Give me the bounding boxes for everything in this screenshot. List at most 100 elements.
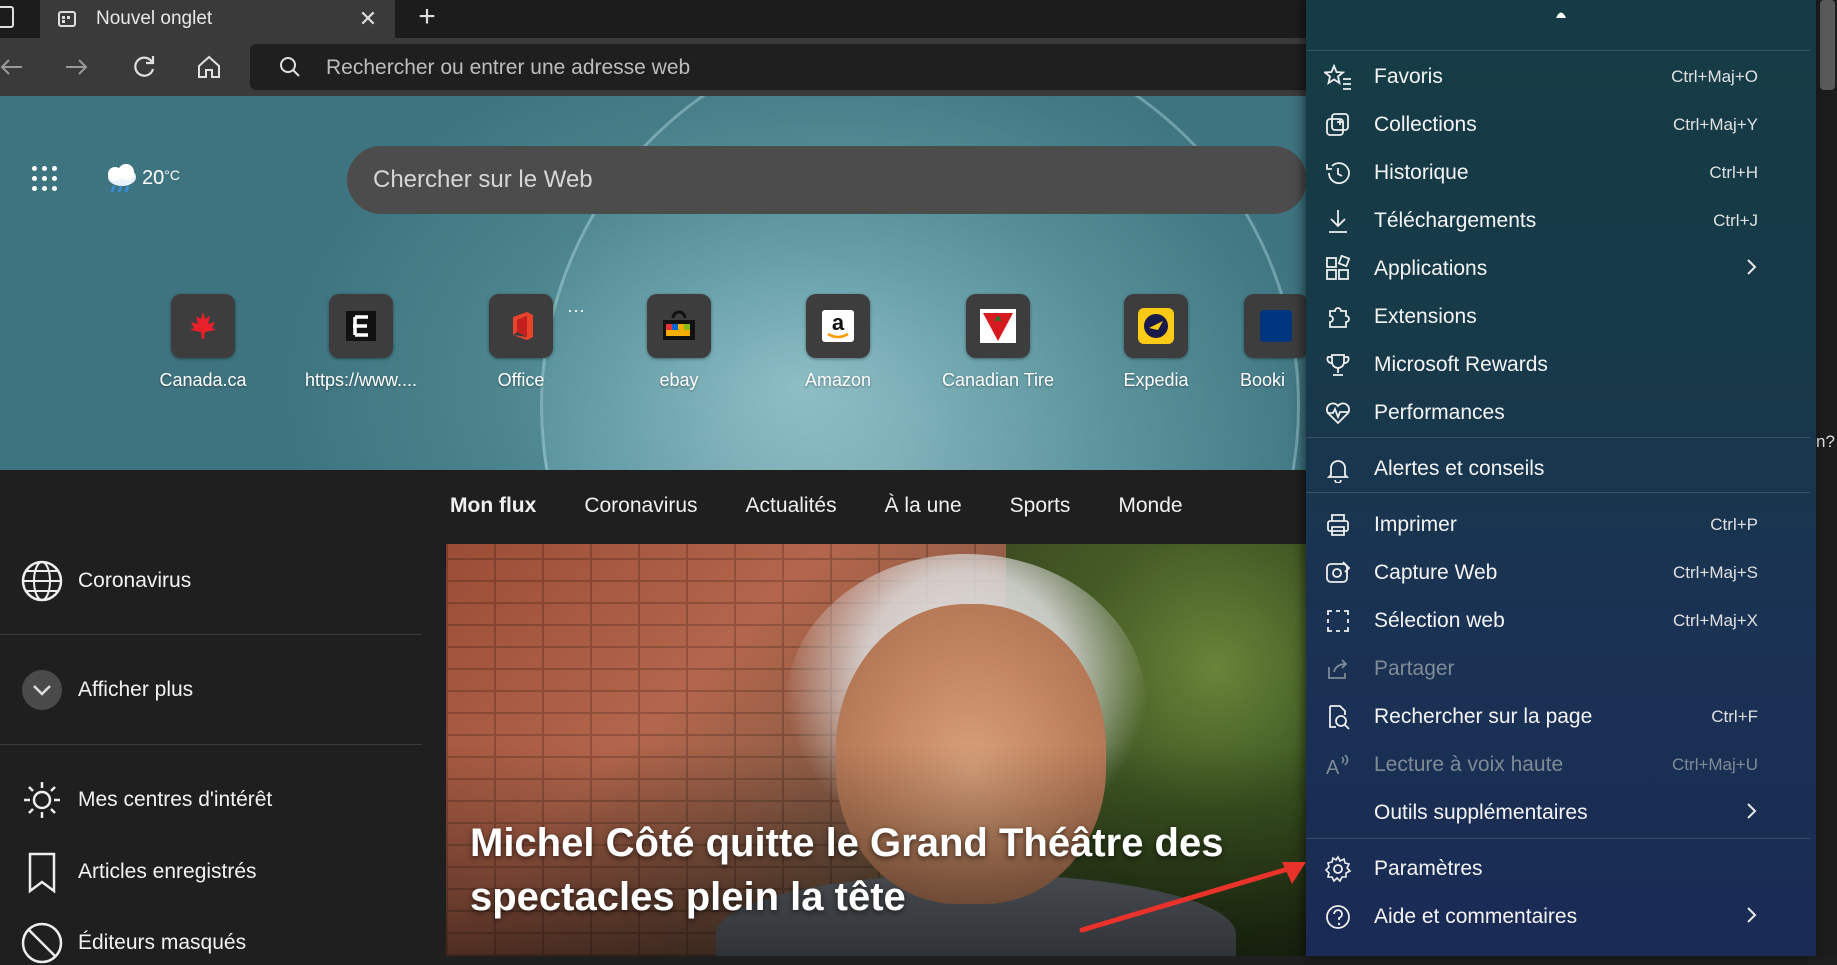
heartbeat-icon	[1324, 399, 1352, 427]
tab-new-tab[interactable]: Nouvel onglet ✕	[40, 0, 395, 38]
tab-a-la-une[interactable]: À la une	[885, 494, 962, 518]
find-in-page-icon	[1324, 703, 1352, 731]
menu-item-label: Favoris	[1374, 65, 1443, 88]
address-input[interactable]	[324, 50, 1228, 86]
apps-icon	[1324, 255, 1352, 283]
web-search-input[interactable]	[371, 165, 1175, 195]
sidebar-divider	[0, 634, 422, 635]
tab-mon-flux[interactable]: Mon flux	[450, 494, 536, 518]
menu-item-alertes-et-conseils[interactable]: Alertes et conseils	[1306, 445, 1796, 493]
menu-item-shortcut: Ctrl+Maj+O	[1671, 67, 1758, 86]
page-scrollbar-thumb[interactable]	[1820, 0, 1835, 90]
chevron-right-icon	[1742, 904, 1762, 930]
menu-item-shortcut: Ctrl+Maj+S	[1672, 563, 1758, 582]
quick-link-label: Amazon	[804, 370, 872, 390]
menu-item-label: Imprimer	[1374, 513, 1457, 536]
tab-title: Nouvel onglet	[96, 8, 213, 29]
tab-monde[interactable]: Monde	[1118, 494, 1182, 518]
menu-item-shortcut: Ctrl+Maj+X	[1672, 611, 1758, 630]
menu-top-indicator-icon	[1555, 8, 1566, 18]
chevron-down-circle-icon	[20, 668, 64, 712]
menu-item-performances[interactable]: Performances	[1306, 389, 1796, 437]
sidebar-item-label: Afficher plus	[78, 678, 194, 701]
quick-link-canadian-tire[interactable]: Canadian Tire	[923, 294, 1073, 391]
menu-item-label: Extensions	[1374, 305, 1477, 328]
menu-item-capture-web[interactable]: Capture Web Ctrl+Maj+S	[1306, 549, 1796, 597]
canada-maple-leaf-icon	[171, 294, 235, 358]
svg-text:A: A	[1326, 757, 1340, 779]
refresh-icon[interactable]	[127, 52, 161, 86]
menu-divider	[1306, 838, 1810, 839]
sidebar-item-interests[interactable]: Mes centres d'intérêt	[20, 778, 272, 822]
menu-item-extensions[interactable]: Extensions	[1306, 293, 1796, 341]
tab-coronavirus[interactable]: Coronavirus	[584, 494, 697, 518]
printer-icon	[1324, 511, 1352, 539]
forward-icon[interactable]	[60, 52, 94, 86]
no-icon	[1324, 799, 1352, 827]
weather-temperature[interactable]: 20°C	[142, 167, 180, 190]
menu-item-label: Sélection web	[1374, 609, 1505, 632]
back-icon[interactable]	[0, 52, 28, 86]
menu-item-lecture-a-voix-haute[interactable]: A Lecture à voix haute Ctrl+Maj+U	[1306, 741, 1796, 789]
menu-item-partager[interactable]: Partager	[1306, 645, 1796, 693]
quick-link-label: Canadian Tire	[941, 370, 1055, 390]
menu-item-applications[interactable]: Applications	[1306, 245, 1796, 293]
sidebar-item-label: Mes centres d'intérêt	[78, 788, 273, 811]
window-menu-icon[interactable]	[0, 6, 14, 28]
office-logo-icon	[489, 294, 553, 358]
star-list-icon	[1324, 63, 1352, 91]
e-logo-icon	[329, 294, 393, 358]
quick-link-label: Office	[497, 370, 545, 390]
search-icon	[278, 55, 302, 79]
quick-link-canada[interactable]: Canada.ca	[128, 294, 278, 391]
sidebar-item-label: Éditeurs masqués	[78, 931, 247, 954]
bell-icon	[1324, 455, 1352, 483]
menu-item-label: Lecture à voix haute	[1374, 753, 1564, 776]
amazon-logo-icon: a	[806, 294, 870, 358]
menu-item-label: Partager	[1374, 657, 1455, 680]
close-tab-icon[interactable]: ✕	[353, 6, 383, 32]
menu-item-rechercher-sur-la-page[interactable]: Rechercher sur la page Ctrl+F	[1306, 693, 1796, 741]
sun-icon	[20, 778, 64, 822]
more-options-icon[interactable]: ···	[567, 300, 585, 321]
menu-item-imprimer[interactable]: Imprimer Ctrl+P	[1306, 501, 1796, 549]
home-icon[interactable]	[192, 52, 226, 86]
temperature-value: 20	[142, 167, 165, 189]
quick-link-amazon[interactable]: a Amazon	[763, 294, 913, 391]
quick-link-booking[interactable]: Booki	[1240, 294, 1306, 391]
web-search-box[interactable]	[347, 146, 1307, 214]
trophy-icon	[1324, 351, 1352, 379]
page-scrollbar-track	[1816, 0, 1837, 956]
annotation-arrow	[1079, 862, 1306, 933]
quick-link-label: https://www....	[304, 370, 418, 390]
quick-link-ebay[interactable]: ebay	[604, 294, 754, 391]
sidebar-item-coronavirus[interactable]: Coronavirus	[20, 559, 191, 603]
gear-icon	[1324, 855, 1352, 883]
sidebar-item-label: Articles enregistrés	[78, 860, 257, 883]
menu-item-outils-supplementaires[interactable]: Outils supplémentaires	[1306, 789, 1796, 837]
quick-link-expedia[interactable]: Expedia	[1081, 294, 1231, 391]
booking-logo-icon	[1244, 294, 1306, 358]
menu-item-microsoft-rewards[interactable]: Microsoft Rewards	[1306, 341, 1796, 389]
menu-item-aide-et-commentaires[interactable]: Aide et commentaires	[1306, 893, 1796, 941]
sidebar-item-hidden-publishers[interactable]: Éditeurs masqués	[20, 921, 246, 965]
menu-item-telechargements[interactable]: Téléchargements Ctrl+J	[1306, 197, 1796, 245]
quick-link-website[interactable]: https://www....	[286, 294, 436, 391]
menu-item-favoris[interactable]: Favoris Ctrl+Maj+O	[1306, 53, 1796, 101]
menu-item-selection-web[interactable]: Sélection web Ctrl+Maj+X	[1306, 597, 1796, 645]
menu-item-parametres[interactable]: Paramètres	[1306, 845, 1796, 893]
menu-item-collections[interactable]: Collections Ctrl+Maj+Y	[1306, 101, 1796, 149]
sidebar-item-saved-articles[interactable]: Articles enregistrés	[20, 850, 257, 894]
tab-actualites[interactable]: Actualités	[746, 494, 837, 518]
new-tab-button[interactable]: +	[410, 2, 444, 36]
sidebar-item-show-more[interactable]: Afficher plus	[20, 668, 193, 712]
menu-item-historique[interactable]: Historique Ctrl+H	[1306, 149, 1796, 197]
menu-divider	[1306, 50, 1810, 51]
weather-cloud-rain-icon[interactable]	[104, 164, 140, 194]
menu-item-label: Aide et commentaires	[1374, 905, 1578, 928]
menu-item-shortcut: Ctrl+Maj+U	[1672, 755, 1758, 774]
app-launcher-icon[interactable]	[32, 166, 60, 194]
bookmark-icon	[20, 850, 64, 894]
canadian-tire-logo-icon	[966, 294, 1030, 358]
tab-sports[interactable]: Sports	[1010, 494, 1071, 518]
